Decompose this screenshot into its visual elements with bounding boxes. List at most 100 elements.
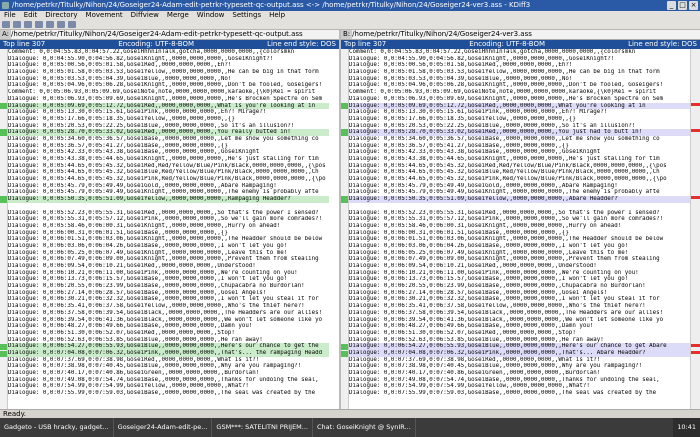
toolbar-merge-icon[interactable] bbox=[68, 21, 76, 28]
overview-change-mark bbox=[691, 350, 700, 354]
toolbar-up-icon[interactable] bbox=[24, 21, 32, 28]
menu-window[interactable]: Window bbox=[193, 11, 229, 20]
text-line: Dialogue: 0,0:05:44.65,0:05:45.32,GoseiP… bbox=[8, 176, 326, 183]
menu-directory[interactable]: Directory bbox=[41, 11, 81, 20]
pane-b-pathbar[interactable]: B: /home/petrkr/Titulky/Nihon/24/Goseige… bbox=[341, 30, 700, 40]
text-line: Dialogue: 0,0:07:38.98,0:07:40.45,GoseiB… bbox=[349, 363, 643, 370]
text-line: Dialogue: 0,0:06:37.58,0:06:39.54,GoseiB… bbox=[349, 309, 664, 316]
text-line: Dialogue: 0,0:06:39.54,0:06:41.36,GoseiB… bbox=[8, 316, 323, 323]
text-line: Dialogue: 0,0:05:06.93,0:05:09.69,GoseiK… bbox=[8, 95, 323, 102]
diff-marker bbox=[0, 129, 7, 137]
toolbar-open-icon[interactable] bbox=[2, 21, 10, 28]
text-line: Dialogue: 0,0:05:52.23,0:05:55.31,GoseiR… bbox=[8, 209, 319, 216]
pane-a-label: A: bbox=[0, 30, 12, 39]
text-line: Dialogue: 0,0:07:55.99,0:07:59.03,GoseiB… bbox=[8, 390, 316, 397]
menu-merge[interactable]: Merge bbox=[163, 11, 193, 20]
text-line: Dialogue: 0,0:05:09.69,0:05:12.72,GoseiR… bbox=[349, 102, 690, 110]
diff-marker bbox=[341, 343, 348, 351]
taskbar-item[interactable]: GSM***: SATELITNI PRIJEM... bbox=[212, 418, 313, 437]
pane-a-text[interactable]: Comment: 0,0:04:55.83,0:04:57.22,GoseiHh… bbox=[8, 49, 329, 409]
text-line: Dialogue: 0,0:07:49.08,0:07:54.74,GoseiB… bbox=[8, 376, 319, 383]
text-line bbox=[8, 203, 329, 210]
text-line: Dialogue: 0,0:05:45.79,0:05:49.49,GoseiK… bbox=[8, 189, 319, 196]
text-line: Dialogue: 0,0:05:13.30,0:05:15.61,GoseiP… bbox=[8, 109, 267, 116]
text-line: Comment: 0,0:05:06.93,0:05:09.69,GoseiNo… bbox=[8, 89, 316, 96]
app-icon bbox=[2, 2, 9, 9]
overview-change-mark bbox=[691, 196, 700, 200]
text-line: Dialogue: 0,0:04:55.90,0:04:56.82,GoseiK… bbox=[8, 55, 274, 62]
text-line: Comment: 0,0:04:55.83,0:04:57.22,GoseiHh… bbox=[349, 49, 636, 55]
text-line: Dialogue: 0,0:05:13.30,0:05:15.61,GoseiP… bbox=[349, 109, 608, 116]
text-line: Dialogue: 0,0:05:42.33,0:05:43.38,GoseiB… bbox=[349, 149, 601, 156]
text-line: Dialogue: 0,0:06:05.25,0:06:07.49,GoseiK… bbox=[8, 249, 288, 256]
text-line: Dialogue: 0,0:07:38.98,0:07:40.45,GoseiB… bbox=[8, 363, 302, 370]
menu-settings[interactable]: Settings bbox=[228, 11, 265, 20]
text-line: Dialogue: 0,0:07:40.17,0:07:40.86,GoseiG… bbox=[8, 370, 260, 376]
diff-marker bbox=[341, 350, 348, 358]
text-line: Dialogue: 0,0:05:04.96,0:05:06.28,GoseiK… bbox=[8, 82, 323, 89]
diff-overview-bar[interactable] bbox=[690, 49, 700, 409]
text-line: Dialogue: 0,0:05:00.56,0:05:01.58,GoseiR… bbox=[8, 62, 232, 69]
menu-movement[interactable]: Movement bbox=[82, 11, 127, 20]
text-line: Dialogue: 0,0:07:37.69,0:07:38.98,GoseiR… bbox=[349, 356, 601, 363]
text-line: Dialogue: 0,0:07:40.17,0:07:40.86,GoseiG… bbox=[349, 370, 601, 376]
text-line: Dialogue: 0,0:06:35.41,0:06:37.58,GoseiY… bbox=[349, 303, 646, 310]
pane-b-topline: Top line 307 bbox=[344, 40, 387, 48]
toolbar-next-diff-icon[interactable] bbox=[57, 21, 65, 28]
close-icon[interactable]: × bbox=[689, 1, 698, 10]
text-line: Dialogue: 0,0:05:03.53,0:05:04.39,GoseiB… bbox=[349, 75, 573, 82]
diff-marker bbox=[341, 102, 348, 110]
overview-change-mark bbox=[691, 129, 700, 133]
text-line: Dialogue: 0,0:06:05.25,0:06:07.49,GoseiK… bbox=[349, 249, 629, 256]
window-titlebar[interactable]: /home/petrkr/Titulky/Nihon/24/Goseiger24… bbox=[0, 0, 700, 11]
text-line: Dialogue: 0,0:04:55.90,0:04:56.82,GoseiK… bbox=[349, 55, 615, 62]
pane-a-topline: Top line 307 bbox=[3, 40, 46, 48]
text-line: Dialogue: 0,0:06:20.55,0:06:23.99,GoseiB… bbox=[349, 283, 646, 290]
text-line: Dialogue: 0,0:06:37.58,0:06:39.54,GoseiB… bbox=[8, 309, 323, 316]
text-line: Dialogue: 0,0:06:39.54,0:06:41.36,GoseiB… bbox=[349, 316, 664, 323]
taskbar-item[interactable]: Gadgeto - USB hracky, gadget... bbox=[0, 418, 114, 437]
pane-b-text[interactable]: Comment: 0,0:04:55.83,0:04:57.22,GoseiHh… bbox=[349, 49, 690, 409]
text-line: Comment: 0,0:05:06.93,0:05:09.69,GoseiNo… bbox=[349, 89, 657, 96]
menu-file[interactable]: File bbox=[0, 11, 20, 20]
menubar: File Edit Directory Movement Diffview Me… bbox=[0, 11, 700, 20]
text-line: Dialogue: 0,0:05:44.65,0:05:45.32,GoseiB… bbox=[8, 169, 319, 176]
text-line: Dialogue: 0,0:06:07.49,0:06:09.00,GoseiK… bbox=[349, 256, 660, 263]
toolbar-down-icon[interactable] bbox=[35, 21, 43, 28]
toolbar bbox=[0, 20, 700, 30]
text-line: Dialogue: 0,0:05:00.56,0:05:01.58,GoseiR… bbox=[349, 62, 573, 69]
menu-diffview[interactable]: Diffview bbox=[127, 11, 163, 20]
text-line: Dialogue: 0,0:05:20.53,0:05:22.25,GoseiB… bbox=[349, 122, 636, 129]
text-line: Dialogue: 0,0:07:49.08,0:07:54.74,GoseiB… bbox=[349, 376, 660, 383]
pane-b-label: B: bbox=[341, 30, 353, 39]
text-line: Dialogue: 0,0:06:54.27,0:06:55.93,GoseiB… bbox=[349, 343, 690, 350]
diff-marker bbox=[0, 102, 7, 110]
menu-help[interactable]: Help bbox=[265, 11, 289, 20]
diff-pane-a: A: /home/petrkr/Titulky/Nihon/24/Goseige… bbox=[0, 30, 339, 409]
taskbar-item[interactable]: Chat: GoseiKnight @ SynIR... bbox=[313, 418, 416, 437]
diff-marker bbox=[0, 196, 7, 204]
text-line: Dialogue: 0,0:05:34.60,0:05:36.57,GoseiB… bbox=[8, 135, 319, 142]
text-line: Dialogue: 0,0:05:50.35,0:05:51.09,GoseiY… bbox=[8, 196, 329, 203]
window-title: /home/petrkr/Titulky/Nihon/24/Goseiger24… bbox=[12, 1, 531, 9]
taskbar: Gadgeto - USB hracky, gadget... Goseiger… bbox=[0, 418, 700, 437]
text-line: Dialogue: 0,0:06:03.06,0:06:04.26,GoseiB… bbox=[349, 242, 629, 249]
text-line: Dialogue: 0,0:07:54.99,0:07:54.99,GoseiY… bbox=[349, 383, 590, 390]
pane-a-pathbar[interactable]: A: /home/petrkr/Titulky/Nihon/24/Goseige… bbox=[0, 30, 339, 40]
text-line: Dialogue: 0,0:05:28.70,0:05:33.02,GoseiR… bbox=[8, 129, 329, 136]
taskbar-item-kdiff3[interactable]: Goseiger24-Adam-edit-pe... bbox=[114, 418, 213, 437]
pane-a-gutter bbox=[0, 49, 8, 409]
diff-marker bbox=[341, 196, 348, 204]
toolbar-prev-diff-icon[interactable] bbox=[46, 21, 54, 28]
text-line: Dialogue: 0,0:05:03.53,0:05:04.39,GoseiB… bbox=[8, 75, 232, 82]
text-line: Dialogue: 0,0:07:54.99,0:07:54.99,GoseiY… bbox=[8, 383, 249, 390]
maximize-icon[interactable]: □ bbox=[678, 1, 687, 10]
text-line: Dialogue: 0,0:05:06.93,0:05:09.69,GoseiK… bbox=[349, 95, 664, 102]
diff-marker bbox=[0, 350, 7, 358]
toolbar-save-icon[interactable] bbox=[13, 21, 21, 28]
menu-edit[interactable]: Edit bbox=[20, 11, 42, 20]
minimize-icon[interactable]: _ bbox=[667, 1, 676, 10]
text-line: Dialogue: 0,0:05:01.58,0:05:03.53,GoseiY… bbox=[349, 69, 660, 76]
pane-a-infobar: Top line 307 Encoding: UTF-8-BOM Line en… bbox=[0, 40, 339, 49]
diff-marker bbox=[0, 343, 7, 351]
